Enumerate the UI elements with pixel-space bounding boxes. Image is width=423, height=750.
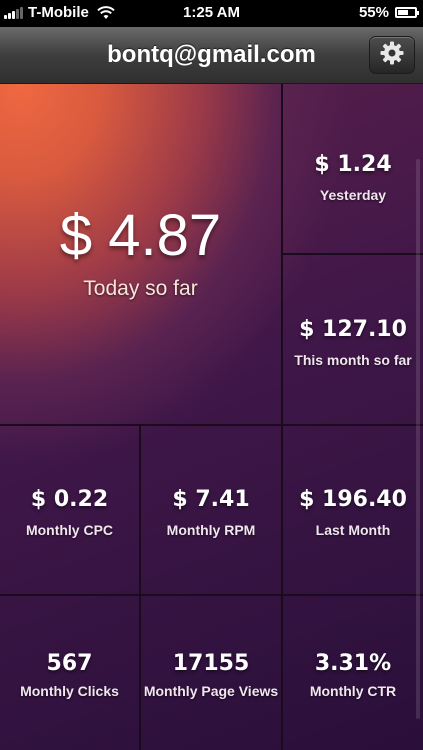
tile-monthly-rpm[interactable]: $ 7.41 Monthly RPM — [141, 426, 281, 594]
settings-button[interactable] — [369, 36, 415, 74]
yesterday-value: $ 1.24 — [314, 152, 392, 177]
monthly-ctr-label: Monthly CTR — [309, 683, 397, 699]
tile-last-month[interactable]: $ 196.40 Last Month — [283, 426, 423, 594]
monthly-ctr-value: 3.31% — [314, 651, 392, 676]
earnings-dashboard: $ 4.87 Today so far $ 1.24 Yesterday $ 1… — [0, 84, 423, 750]
status-bar: T-Mobile 1:25 AM 55% — [0, 0, 423, 27]
this-month-label: This month so far — [294, 352, 412, 368]
tile-monthly-cpc[interactable]: $ 0.22 Monthly CPC — [0, 426, 139, 594]
today-label: Today so far — [83, 277, 198, 300]
monthly-clicks-value: 567 — [46, 651, 93, 676]
monthly-clicks-label: Monthly Clicks — [20, 683, 119, 699]
this-month-value: $ 127.10 — [299, 317, 407, 342]
last-month-value: $ 196.40 — [299, 487, 407, 512]
tile-today[interactable]: $ 4.87 Today so far — [0, 84, 281, 424]
battery-percent: 55% — [358, 4, 389, 21]
today-value: $ 4.87 — [59, 203, 222, 268]
account-title: bontq@gmail.com — [107, 41, 316, 68]
monthly-page-views-label: Monthly Page Views — [143, 683, 279, 699]
tile-monthly-page-views[interactable]: 17155 Monthly Page Views — [141, 596, 281, 750]
battery-icon — [395, 7, 419, 18]
last-month-label: Last Month — [315, 522, 391, 538]
monthly-cpc-value: $ 0.22 — [30, 487, 109, 512]
monthly-rpm-value: $ 7.41 — [172, 487, 250, 512]
tile-yesterday[interactable]: $ 1.24 Yesterday — [283, 84, 423, 253]
yesterday-label: Yesterday — [319, 187, 387, 203]
monthly-cpc-label: Monthly CPC — [25, 522, 114, 538]
tile-monthly-ctr[interactable]: 3.31% Monthly CTR — [283, 596, 423, 750]
tile-this-month[interactable]: $ 127.10 This month so far — [283, 255, 423, 424]
monthly-rpm-label: Monthly RPM — [166, 522, 256, 538]
nav-bar: bontq@gmail.com — [0, 27, 423, 84]
tile-monthly-clicks[interactable]: 567 Monthly Clicks — [0, 596, 139, 750]
scroll-indicator[interactable] — [416, 159, 420, 719]
status-right: 55% — [358, 4, 419, 21]
gear-icon — [379, 40, 405, 71]
monthly-page-views-value: 17155 — [172, 651, 250, 676]
